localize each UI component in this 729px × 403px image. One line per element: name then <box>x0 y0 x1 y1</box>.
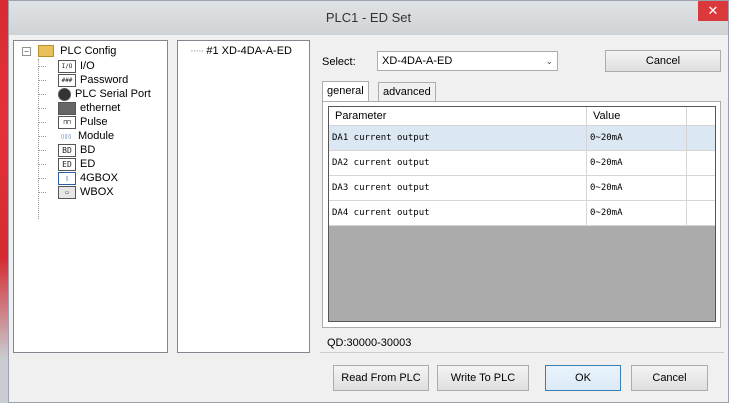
tree-item-label: Password <box>80 74 129 86</box>
tree-item-ed[interactable]: ED ED <box>38 157 151 171</box>
tree-root[interactable]: − PLC Config <box>22 45 117 58</box>
cell-value[interactable]: 0~20mA <box>587 201 687 225</box>
general-panel: Parameter Value DA1 current output 0~20m… <box>322 101 721 328</box>
cancel-button[interactable]: Cancel <box>631 365 708 391</box>
header-parameter[interactable]: Parameter <box>329 107 587 125</box>
divider <box>320 352 724 353</box>
tab-label: general <box>327 85 364 97</box>
table-row[interactable]: DA2 current output 0~20mA <box>329 151 715 176</box>
dialog-body: − PLC Config I/O I/O ### Password PLC Seri… <box>9 35 728 402</box>
select-label: Select: <box>322 56 356 68</box>
ed-icon: ED <box>58 157 76 171</box>
button-label: OK <box>575 372 591 384</box>
table-row[interactable]: DA1 current output 0~20mA <box>329 126 715 151</box>
tab-general[interactable]: general <box>322 81 369 103</box>
4gbox-icon: ▯ <box>58 171 76 185</box>
address-range: QD:30000-30003 <box>327 337 412 349</box>
parameter-grid: Parameter Value DA1 current output 0~20m… <box>328 106 716 322</box>
password-icon: ### <box>58 73 76 87</box>
tree-item-label: Module <box>78 130 115 142</box>
tree-item-ethernet[interactable]: ethernet <box>38 101 151 115</box>
ed-set-dialog: PLC1 - ED Set ✕ − PLC Config I/O I/O ### P… <box>8 0 729 403</box>
write-to-plc-button[interactable]: Write To PLC <box>437 365 529 391</box>
tab-label: advanced <box>383 86 431 98</box>
header-value[interactable]: Value <box>587 107 687 125</box>
pulse-icon: ⊓⊓ <box>58 115 76 129</box>
read-from-plc-button[interactable]: Read From PLC <box>333 365 429 391</box>
config-tree: − PLC Config I/O I/O ### Password PLC Seri… <box>13 40 168 353</box>
cell-value[interactable]: 0~20mA <box>587 176 687 200</box>
button-label: Write To PLC <box>450 372 516 384</box>
tree-item-label: WBOX <box>80 186 114 198</box>
tree-item-password[interactable]: ### Password <box>38 73 151 87</box>
ethernet-icon <box>58 101 76 115</box>
title-bar: PLC1 - ED Set ✕ <box>9 1 728 35</box>
table-row[interactable]: DA3 current output 0~20mA <box>329 176 715 201</box>
window-title: PLC1 - ED Set <box>325 10 412 25</box>
wbox-icon: ▭ <box>58 185 76 199</box>
cell-parameter: DA3 current output <box>329 176 587 200</box>
cell-value[interactable]: 0~20mA <box>587 126 687 150</box>
folder-icon <box>38 45 55 58</box>
cell-parameter: DA1 current output <box>329 126 587 150</box>
tree-item-io[interactable]: I/O I/O <box>38 59 151 73</box>
tree-root-label: PLC Config <box>60 45 117 57</box>
tree-item-4gbox[interactable]: ▯ 4GBOX <box>38 171 151 185</box>
tree-item-label: Pulse <box>80 116 108 128</box>
tree-item-wbox[interactable]: ▭ WBOX <box>38 185 151 199</box>
tree-item-pulse[interactable]: ⊓⊓ Pulse <box>38 115 151 129</box>
chevron-down-icon: ⌄ <box>545 56 553 66</box>
ok-button[interactable]: OK <box>545 365 621 391</box>
cell-parameter: DA2 current output <box>329 151 587 175</box>
grid-header: Parameter Value <box>329 107 715 126</box>
serial-port-icon <box>58 87 71 101</box>
tree-item-label: 4GBOX <box>80 172 118 184</box>
tree-item-label: ethernet <box>80 102 121 114</box>
tree-children: I/O I/O ### Password PLC Serial Port ether… <box>38 59 151 199</box>
button-label: Cancel <box>652 372 687 384</box>
module-select-value: XD-4DA-A-ED <box>382 55 453 67</box>
button-label: Cancel <box>645 55 681 67</box>
bd-icon: BD <box>58 143 76 157</box>
tree-item-serial-port[interactable]: PLC Serial Port <box>38 87 151 101</box>
tree-item-bd[interactable]: BD BD <box>38 143 151 157</box>
tab-advanced[interactable]: advanced <box>378 82 436 102</box>
collapse-icon[interactable]: − <box>22 46 31 56</box>
tree-item-module[interactable]: ▯▯▯ Module <box>38 129 151 143</box>
table-row[interactable]: DA4 current output 0~20mA <box>329 201 715 226</box>
module-select[interactable]: XD-4DA-A-ED ⌄ <box>377 51 558 71</box>
module-icon: ▯▯▯ <box>60 132 72 140</box>
io-icon: I/O <box>58 59 76 73</box>
tree-connector <box>38 59 39 219</box>
button-label: Read From PLC <box>341 372 421 384</box>
tree-item-label: I/O <box>80 60 95 72</box>
tree-dots: ····· <box>190 45 204 57</box>
cell-value[interactable]: 0~20mA <box>587 151 687 175</box>
module-list: ····· #1 XD-4DA-A-ED <box>177 40 310 353</box>
cell-parameter: DA4 current output <box>329 201 587 225</box>
top-cancel-button[interactable]: Cancel <box>605 50 721 72</box>
module-list-item[interactable]: ····· #1 XD-4DA-A-ED <box>190 45 292 57</box>
tree-item-label: ED <box>80 158 96 170</box>
tree-item-label: PLC Serial Port <box>75 88 151 100</box>
tree-item-label: BD <box>80 144 96 156</box>
close-button[interactable]: ✕ <box>698 1 728 21</box>
module-label: #1 XD-4DA-A-ED <box>206 45 292 57</box>
